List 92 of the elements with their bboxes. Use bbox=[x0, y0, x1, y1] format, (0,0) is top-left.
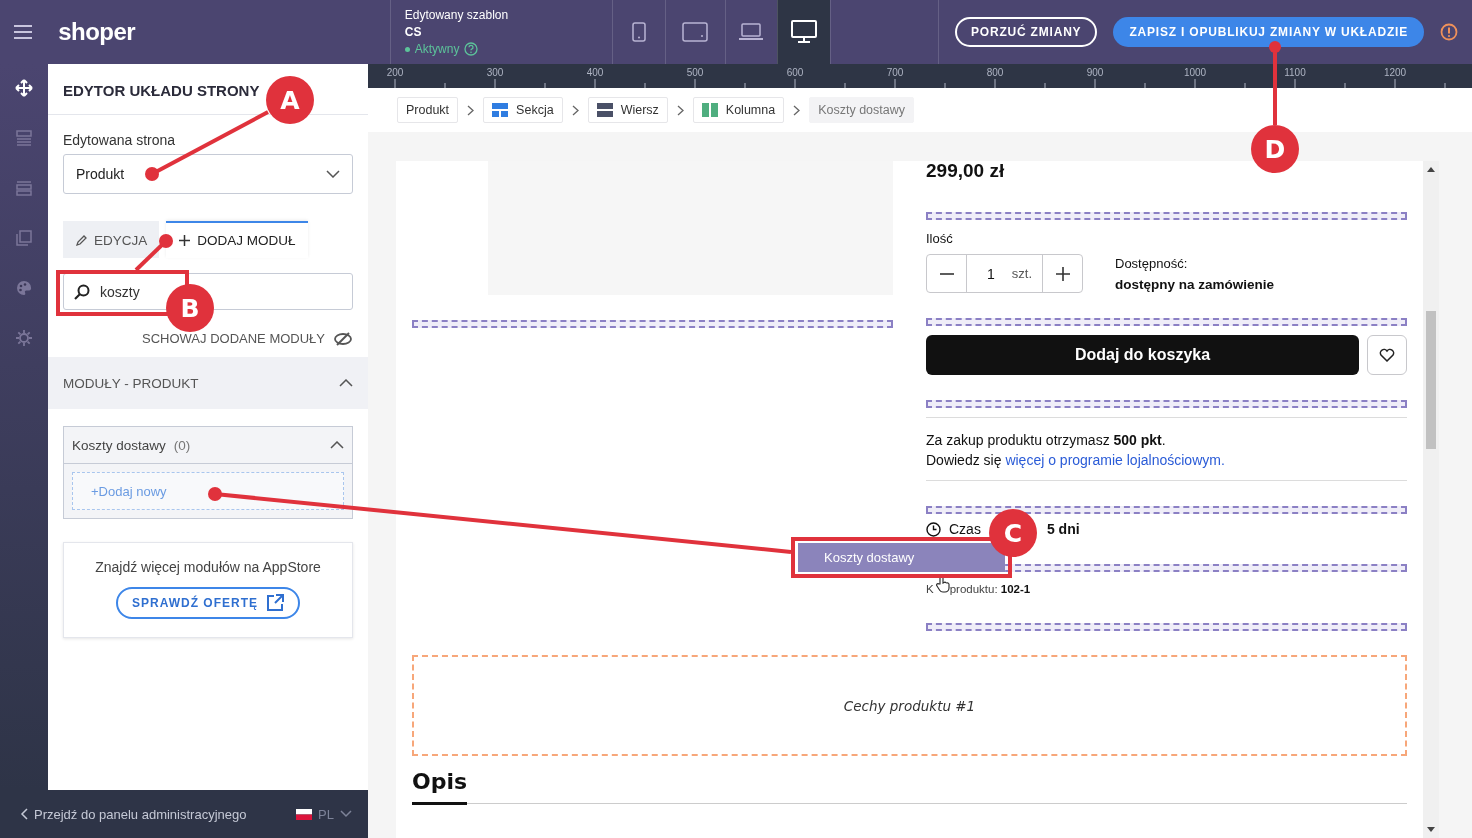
loyalty-text: Za zakup produktu otrzymasz 500 pkt. Dowiedz się więcej o programie lojalnościowym. bbox=[926, 431, 1226, 470]
section-heading: Opis bbox=[412, 769, 468, 805]
list-icon bbox=[16, 130, 32, 146]
logo: shoper bbox=[58, 18, 136, 46]
page-select[interactable]: Produkt bbox=[63, 154, 353, 194]
ruler-label: 200 bbox=[386, 67, 404, 78]
chevron-up-icon bbox=[330, 441, 344, 449]
external-link-icon bbox=[266, 594, 284, 612]
ruler-label: 1200 bbox=[1383, 67, 1407, 78]
ruler-label: 1000 bbox=[1183, 67, 1207, 78]
chevron-down-icon bbox=[340, 810, 352, 818]
chevron-up-icon bbox=[339, 379, 353, 387]
status-dot bbox=[404, 46, 410, 52]
tablet-icon bbox=[682, 22, 709, 42]
chevron-right-icon bbox=[676, 104, 684, 116]
template-label: Edytowany szablon bbox=[404, 8, 510, 22]
loyalty-link[interactable]: więcej o programie lojalnościowym. bbox=[1005, 452, 1225, 468]
module-count: (0) bbox=[173, 437, 191, 453]
hand-cursor-icon bbox=[934, 575, 952, 593]
delivery-value: 5 dni bbox=[1046, 521, 1080, 537]
ruler-label: 700 bbox=[886, 67, 904, 78]
appstore-text: Znajdź więcej modułów na AppStore bbox=[95, 559, 321, 575]
phone-icon bbox=[631, 22, 646, 42]
ruler-label: 600 bbox=[786, 67, 804, 78]
quantity-label: Ilość bbox=[926, 231, 954, 246]
placeholder-label: Cechy produktu #1 bbox=[843, 697, 976, 714]
wishlist-button[interactable] bbox=[1367, 335, 1407, 375]
ruler-label: 800 bbox=[986, 67, 1004, 78]
add-to-cart-button[interactable]: Dodaj do koszyka bbox=[926, 335, 1359, 375]
section-header[interactable]: MODUŁY - PRODUKT bbox=[48, 357, 368, 409]
scroll-down-icon[interactable] bbox=[1427, 827, 1435, 832]
breadcrumb-item[interactable]: Koszty dostawy bbox=[809, 97, 914, 123]
quantity-field[interactable]: 1 szt. bbox=[966, 255, 1043, 292]
discard-button[interactable]: PORZUĆ ZMIANY bbox=[955, 17, 1098, 47]
chevron-left-icon bbox=[20, 808, 28, 820]
ruler-label: 1100 bbox=[1284, 67, 1306, 78]
field-label: Edytowana strona bbox=[63, 132, 176, 148]
rows-icon bbox=[596, 103, 613, 117]
ruler-label: 300 bbox=[486, 67, 504, 78]
move-icon bbox=[15, 79, 33, 97]
ruler-label: 500 bbox=[686, 67, 704, 78]
plus-icon bbox=[178, 234, 192, 247]
breadcrumb-item[interactable]: Kolumna bbox=[692, 97, 785, 123]
laptop-icon bbox=[738, 22, 765, 42]
delivery-label: Czas bbox=[949, 521, 981, 537]
layout-icon bbox=[492, 103, 509, 117]
device-button[interactable] bbox=[777, 0, 831, 64]
warning-icon bbox=[1440, 23, 1458, 41]
tab[interactable]: DODAJ MODUŁ bbox=[166, 221, 308, 258]
rows-icon bbox=[16, 180, 32, 196]
flag-icon bbox=[296, 808, 313, 820]
module-name[interactable]: Koszty dostawy bbox=[72, 437, 166, 453]
template-name: CS bbox=[404, 25, 423, 39]
chevron-right-icon bbox=[571, 104, 579, 116]
availability-value: dostępny na zamówienie bbox=[1115, 276, 1275, 292]
tab[interactable]: EDYCJA bbox=[63, 221, 160, 258]
pencil-icon bbox=[75, 234, 88, 247]
copy-icon bbox=[16, 230, 32, 246]
heart-icon bbox=[1379, 348, 1395, 362]
clock-icon bbox=[926, 521, 941, 537]
scrollbar[interactable] bbox=[1423, 161, 1439, 838]
drag-preview: Koszty dostawy bbox=[798, 543, 1005, 572]
chevron-right-icon bbox=[467, 104, 475, 116]
minus-icon bbox=[939, 272, 954, 275]
ruler-label: 400 bbox=[586, 67, 604, 78]
search-icon bbox=[74, 283, 90, 300]
settings-icon bbox=[15, 329, 33, 347]
breadcrumb-item[interactable]: Sekcja bbox=[483, 97, 563, 123]
hide-added-link[interactable]: SCHOWAJ DODANE MODUŁY bbox=[142, 331, 325, 346]
eye-off-icon[interactable] bbox=[333, 331, 353, 346]
availability-label: Dostępność: bbox=[1115, 255, 1189, 271]
product-code-text: produktu: 102-1 bbox=[949, 583, 1031, 595]
back-link[interactable]: Przejdź do panelu administracyjnego bbox=[20, 806, 247, 822]
breadcrumb-item[interactable]: Produkt bbox=[397, 97, 459, 123]
price: 299,00 zł bbox=[926, 161, 1006, 183]
ruler-label: 900 bbox=[1086, 67, 1104, 78]
plus-icon bbox=[1055, 266, 1070, 281]
chevron-right-icon bbox=[793, 104, 801, 116]
chevron-down-icon bbox=[326, 170, 340, 178]
offer-button[interactable]: SPRAWDŹ OFERTĘ bbox=[116, 587, 300, 619]
palette-icon bbox=[16, 280, 32, 296]
columns-icon bbox=[701, 103, 718, 117]
menu-icon[interactable] bbox=[14, 24, 33, 40]
monitor-icon bbox=[791, 20, 818, 44]
product-code-text: K bbox=[926, 583, 934, 595]
scrollbar-thumb[interactable] bbox=[1426, 311, 1436, 449]
breadcrumb-item[interactable]: Wiersz bbox=[587, 97, 668, 123]
template-status: Aktywny bbox=[414, 42, 460, 56]
help-icon[interactable] bbox=[464, 42, 479, 56]
panel-title: EDYTOR UKŁADU STRONY bbox=[63, 82, 260, 99]
publish-button[interactable]: ZAPISZ I OPUBLIKUJ ZMIANY W UKŁADZIE bbox=[1113, 17, 1424, 47]
scroll-up-icon[interactable] bbox=[1427, 167, 1435, 172]
